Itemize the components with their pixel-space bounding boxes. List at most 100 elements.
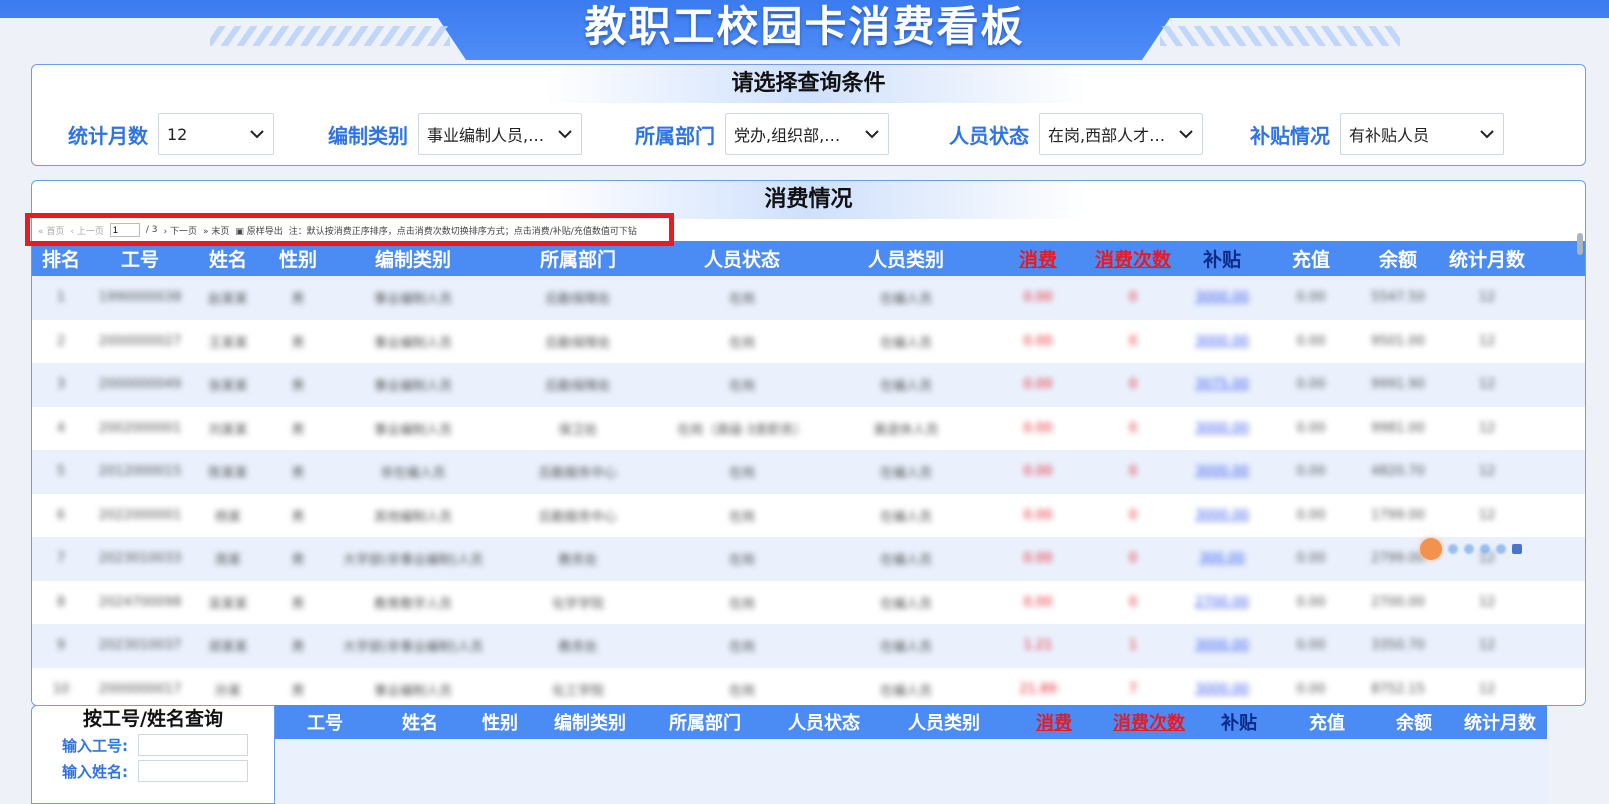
column-header: 工号	[120, 249, 159, 271]
table-cell: 12	[1478, 333, 1496, 349]
table-cell[interactable]: 0.00	[1266, 464, 1356, 479]
subsidy-select[interactable]: 有补贴人员	[1340, 113, 1504, 155]
table-cell: 事业编制人员	[373, 335, 452, 351]
table-cell: 0	[1128, 507, 1138, 523]
table-cell: 0	[1128, 420, 1138, 436]
table-cell[interactable]: 0.00	[1266, 334, 1356, 349]
filter-label: 所属部门	[635, 123, 715, 148]
table-cell: 1799.00	[1371, 507, 1425, 523]
table-row: 1 1990000038 赵某某 男 事业编制人员 后勤保障处 在岗 在编人员 0.00 0 300…	[32, 276, 1585, 320]
table-cell: 9	[56, 638, 66, 654]
staff-type-select[interactable]: 事业编制人员,…	[418, 113, 582, 155]
table-cell[interactable]: 0.00	[988, 334, 1088, 349]
column-header: 编制类别	[374, 249, 451, 271]
table-cell[interactable]: 1.21	[988, 638, 1088, 653]
grid-icon[interactable]	[1512, 544, 1522, 554]
column-header: 补贴	[1221, 713, 1257, 734]
table-cell: 4820.70	[1371, 464, 1425, 480]
table-cell: 在岗	[728, 683, 755, 699]
table-cell[interactable]: 0.00	[1266, 638, 1356, 653]
table-cell: 男	[291, 553, 305, 569]
table-cell[interactable]: 0.00	[1266, 377, 1356, 392]
table-cell[interactable]: 300.00	[1178, 551, 1266, 566]
table-cell: 9981.00	[1371, 420, 1425, 436]
column-header: 所属部门	[539, 249, 616, 271]
dot-icon	[1480, 544, 1490, 554]
chevron-down-icon	[1480, 130, 1494, 139]
table-cell[interactable]: 0.00	[988, 377, 1088, 392]
table-cell: 12	[1478, 377, 1496, 393]
table-cell: 男	[291, 335, 305, 351]
table-cell: 5547.50	[1371, 290, 1425, 306]
table-cell[interactable]: 21.89	[988, 682, 1088, 697]
employee-name-input[interactable]	[138, 760, 248, 782]
filter-label: 统计月数	[68, 123, 148, 148]
table-cell: 教务处	[558, 553, 598, 569]
table-cell[interactable]: 0.00	[988, 421, 1088, 436]
table-cell: 4	[56, 420, 66, 436]
table-cell: 12	[1478, 594, 1496, 610]
table-cell[interactable]: 3000.00	[1178, 508, 1266, 523]
table-cell[interactable]: 0.00	[1266, 595, 1356, 610]
column-header[interactable]: 消费次数	[1088, 245, 1178, 272]
table-cell: 8752.15	[1371, 681, 1425, 697]
table-cell[interactable]: 3000.00	[1178, 682, 1266, 697]
table-cell: 在岗	[728, 379, 755, 395]
table-cell[interactable]: 0.00	[1266, 290, 1356, 305]
table-cell[interactable]: 3075.00	[1178, 377, 1266, 392]
table-row: 9 2023010037 郑某某 男 大学部(非事业编制)人员 教务处 在岗 在编人员 1.21…	[32, 624, 1585, 668]
table-cell: 张某某	[208, 379, 248, 395]
table-cell[interactable]: 0.00	[988, 464, 1088, 479]
table-cell: 教育教学人员	[373, 596, 452, 612]
column-header: 姓名	[402, 713, 438, 734]
filter-label: 人员状态	[949, 123, 1029, 148]
table-cell: 保卫处	[558, 422, 598, 438]
table-cell: 1	[56, 290, 66, 306]
table-cell[interactable]: 0.00	[1266, 551, 1356, 566]
table-row: 8 2024700098 吴某某 男 教育教学人员 化学学院 在岗 在编人员 0.00 0 2700…	[32, 580, 1585, 624]
table-cell[interactable]: 3000.00	[1178, 334, 1266, 349]
table-cell: 男	[291, 379, 305, 395]
column-header: 充值	[1291, 249, 1330, 271]
query-result-table: 工号 姓名 性别 编制类别 所属部门 人员状态 人员类别 消费 消费次数 补贴 充值 余额 统计月数	[275, 705, 1547, 804]
page-title: 教职工校园卡消费看板	[584, 2, 1025, 51]
table-cell[interactable]: 2700.00	[1178, 595, 1266, 610]
table-cell[interactable]: 3000.00	[1178, 290, 1266, 305]
table-cell: 男	[291, 640, 305, 656]
department-select[interactable]: 党办,组织部,宣…	[725, 113, 889, 155]
person-status-select[interactable]: 在岗,西部人才,…	[1039, 113, 1203, 155]
table-cell: 化工学院	[551, 683, 604, 699]
filter-panel: 请选择查询条件 统计月数 12 编制类别 事业编制人员,… 所属部门 党办,组织…	[31, 64, 1586, 166]
table-cell[interactable]: 0.00	[1266, 421, 1356, 436]
table-cell: 男	[291, 509, 305, 525]
table-cell: 6	[56, 507, 66, 523]
table-cell: 12	[1478, 507, 1496, 523]
table-cell[interactable]: 0.00	[988, 595, 1088, 610]
table-cell: 12	[1478, 638, 1496, 654]
table-row: 10 2000000017 孙某 男 事业编制人员 化工学院 在岗 在编人员 21.89 7 300…	[32, 667, 1585, 705]
column-header: 统计月数	[1464, 713, 1536, 734]
table-cell: 后勤保障处	[545, 292, 611, 308]
table-cell: 郑某某	[208, 640, 248, 656]
column-header: 性别	[278, 249, 317, 271]
table-cell[interactable]: 0.00	[988, 508, 1088, 523]
filter-panel-title: 请选择查询条件	[32, 65, 1585, 103]
table-cell: 非在编人员	[380, 466, 446, 482]
table-cell[interactable]: 0.00	[988, 551, 1088, 566]
table-cell: 后勤服务中心	[538, 466, 617, 482]
stat-months-select[interactable]: 12	[158, 113, 274, 155]
table-cell[interactable]: 3000.00	[1178, 638, 1266, 653]
table-cell: 3	[56, 377, 66, 393]
table-scrollbar[interactable]	[1577, 233, 1583, 255]
table-cell: 在岗（高级·3类职务）	[677, 422, 807, 438]
table-cell[interactable]: 0.00	[1266, 682, 1356, 697]
employee-id-input[interactable]	[138, 734, 248, 756]
floating-toolbar[interactable]	[1420, 536, 1609, 562]
table-cell: 2002000001	[98, 420, 182, 436]
table-cell[interactable]: 3000.00	[1178, 421, 1266, 436]
assistant-ball-icon[interactable]	[1420, 538, 1442, 560]
table-cell[interactable]: 0.00	[988, 290, 1088, 305]
table-cell: 0	[1128, 377, 1138, 393]
table-cell[interactable]: 0.00	[1266, 508, 1356, 523]
table-cell[interactable]: 3000.00	[1178, 464, 1266, 479]
